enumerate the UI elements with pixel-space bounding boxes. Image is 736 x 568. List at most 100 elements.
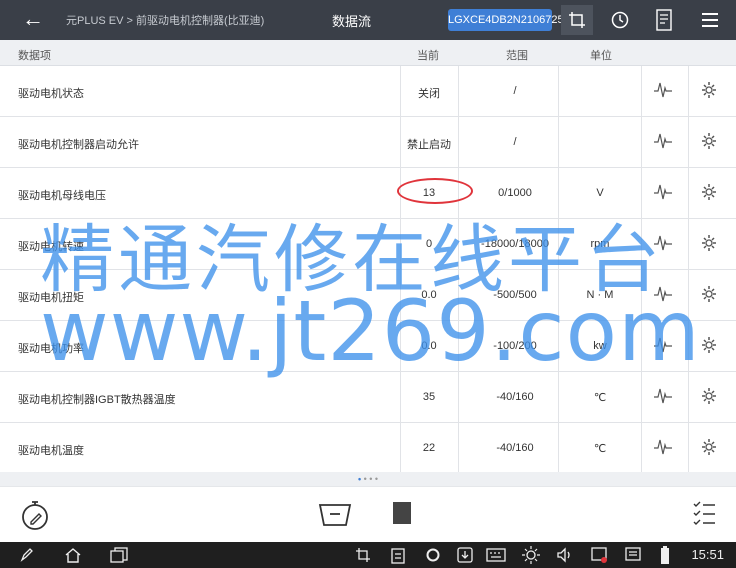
back-arrow-icon[interactable]: ← [22, 7, 44, 31]
row-current-value: 22 [422, 442, 436, 454]
row-range: / [513, 136, 517, 148]
row-unit: ℃ [593, 392, 607, 404]
graph-button[interactable] [654, 335, 672, 358]
graph-button[interactable] [654, 131, 672, 154]
row-current-value: 35 [422, 391, 436, 403]
row-range: -40/160 [496, 391, 534, 403]
recent-apps-icon[interactable] [110, 547, 128, 563]
row-unit: V [596, 187, 604, 199]
row-current-value: 0.0 [421, 340, 437, 352]
waveform-icon [654, 286, 672, 302]
table-row[interactable]: 驱动电机状态 关闭 / [0, 66, 736, 117]
keyboard-icon[interactable] [486, 547, 506, 563]
waveform-icon [654, 337, 672, 353]
row-unit: N · M [586, 289, 614, 301]
settings-button[interactable] [700, 437, 718, 460]
settings-button[interactable] [700, 233, 718, 256]
table-row[interactable]: 驱动电机功率 0.0 -100/200 kw [0, 321, 736, 372]
highlight-circle [397, 178, 473, 204]
gear-icon [702, 439, 716, 455]
table-row[interactable]: 驱动电机控制器IGBT散热器温度 35 -40/160 ℃ [0, 372, 736, 423]
row-unit: rpm [590, 238, 610, 250]
row-range: -100/200 [493, 340, 537, 352]
waveform-icon [654, 184, 672, 200]
waveform-icon [654, 235, 672, 251]
settings-button[interactable] [700, 131, 718, 154]
gear-icon [702, 184, 716, 200]
page-dots: • • • [361, 474, 379, 484]
record-button[interactable] [20, 499, 50, 536]
select-items-button[interactable] [692, 500, 716, 533]
settings-button[interactable] [700, 386, 718, 409]
checklist-icon [693, 501, 715, 525]
sync-icon[interactable] [425, 547, 441, 563]
screenshot-icon[interactable] [355, 547, 371, 563]
hamburger-menu-icon [702, 13, 718, 27]
graph-button[interactable] [654, 437, 672, 460]
settings-button[interactable] [700, 182, 718, 205]
row-unit: ℃ [593, 443, 607, 455]
tray-icon [318, 504, 352, 526]
row-name: 驱动电机温度 [18, 445, 84, 457]
settings-button[interactable] [700, 284, 718, 307]
row-name: 驱动电机控制器启动允许 [18, 139, 139, 151]
graph-button[interactable] [654, 182, 672, 205]
menu-button[interactable] [694, 5, 726, 35]
gear-icon [702, 286, 716, 302]
waveform-icon [654, 388, 672, 404]
column-unit-header: 单位 [590, 50, 612, 62]
row-range: -40/160 [496, 442, 534, 454]
volume-icon[interactable] [556, 547, 574, 563]
graph-button[interactable] [654, 284, 672, 307]
row-name: 驱动电机转速 [18, 241, 84, 253]
pen-icon[interactable] [20, 548, 34, 562]
row-name: 驱动电机功率 [18, 343, 84, 355]
gear-icon [702, 82, 716, 98]
row-range: -18000/18000 [481, 238, 549, 250]
combine-graph-button[interactable] [318, 503, 352, 532]
graph-button[interactable] [654, 80, 672, 103]
clock-icon [611, 11, 629, 29]
gear-icon [702, 133, 716, 149]
column-current-header: 当前 [417, 50, 439, 62]
row-range: 0/1000 [498, 187, 532, 199]
clock: 15:51 [691, 547, 724, 562]
clipboard-icon[interactable] [391, 546, 405, 564]
bottom-toolbar [0, 486, 736, 542]
gear-icon [702, 388, 716, 404]
stopwatch-pen-icon [22, 501, 48, 530]
table-row[interactable]: 驱动电机控制器启动允许 禁止启动 / [0, 117, 736, 168]
waveform-icon [654, 439, 672, 455]
row-current-value: 0.0 [421, 289, 437, 301]
import-icon[interactable] [456, 546, 474, 564]
report-icon [656, 9, 672, 31]
home-icon[interactable] [64, 547, 82, 563]
settings-button[interactable] [700, 80, 718, 103]
graph-button[interactable] [654, 386, 672, 409]
row-current-value: 禁止启动 [407, 139, 451, 151]
gear-icon [702, 337, 716, 353]
settings-button[interactable] [700, 335, 718, 358]
table-row[interactable]: 驱动电机母线电压 13 0/1000 V [0, 168, 736, 219]
history-button[interactable] [604, 5, 636, 35]
battery-icon [661, 546, 669, 564]
vin-badge[interactable]: LGXCE4DB2N2106725 [448, 9, 564, 31]
column-name-header: 数据项 [18, 50, 51, 62]
column-header-row: 数据项 当前 范围 单位 [0, 40, 736, 66]
stop-button[interactable] [393, 502, 411, 524]
crop-screenshot-button[interactable] [561, 5, 593, 35]
breadcrumb: 元PLUS EV > 前驱动电机控制器(比亚迪) [66, 15, 265, 27]
graph-button[interactable] [654, 233, 672, 256]
table-row[interactable]: 驱动电机温度 22 -40/160 ℃ [0, 423, 736, 474]
report-button[interactable] [648, 5, 680, 35]
row-current-value: 关闭 [418, 88, 440, 100]
row-range: / [513, 85, 517, 97]
vci-icon[interactable] [590, 546, 608, 564]
waveform-icon [654, 82, 672, 98]
row-current-value: 0 [425, 238, 433, 250]
brightness-icon[interactable] [522, 546, 540, 564]
message-icon[interactable] [624, 546, 642, 564]
table-row[interactable]: 驱动电机转速 0 -18000/18000 rpm [0, 219, 736, 270]
page-indicator[interactable]: • • • • [0, 472, 736, 486]
table-row[interactable]: 驱动电机扭矩 0.0 -500/500 N · M [0, 270, 736, 321]
